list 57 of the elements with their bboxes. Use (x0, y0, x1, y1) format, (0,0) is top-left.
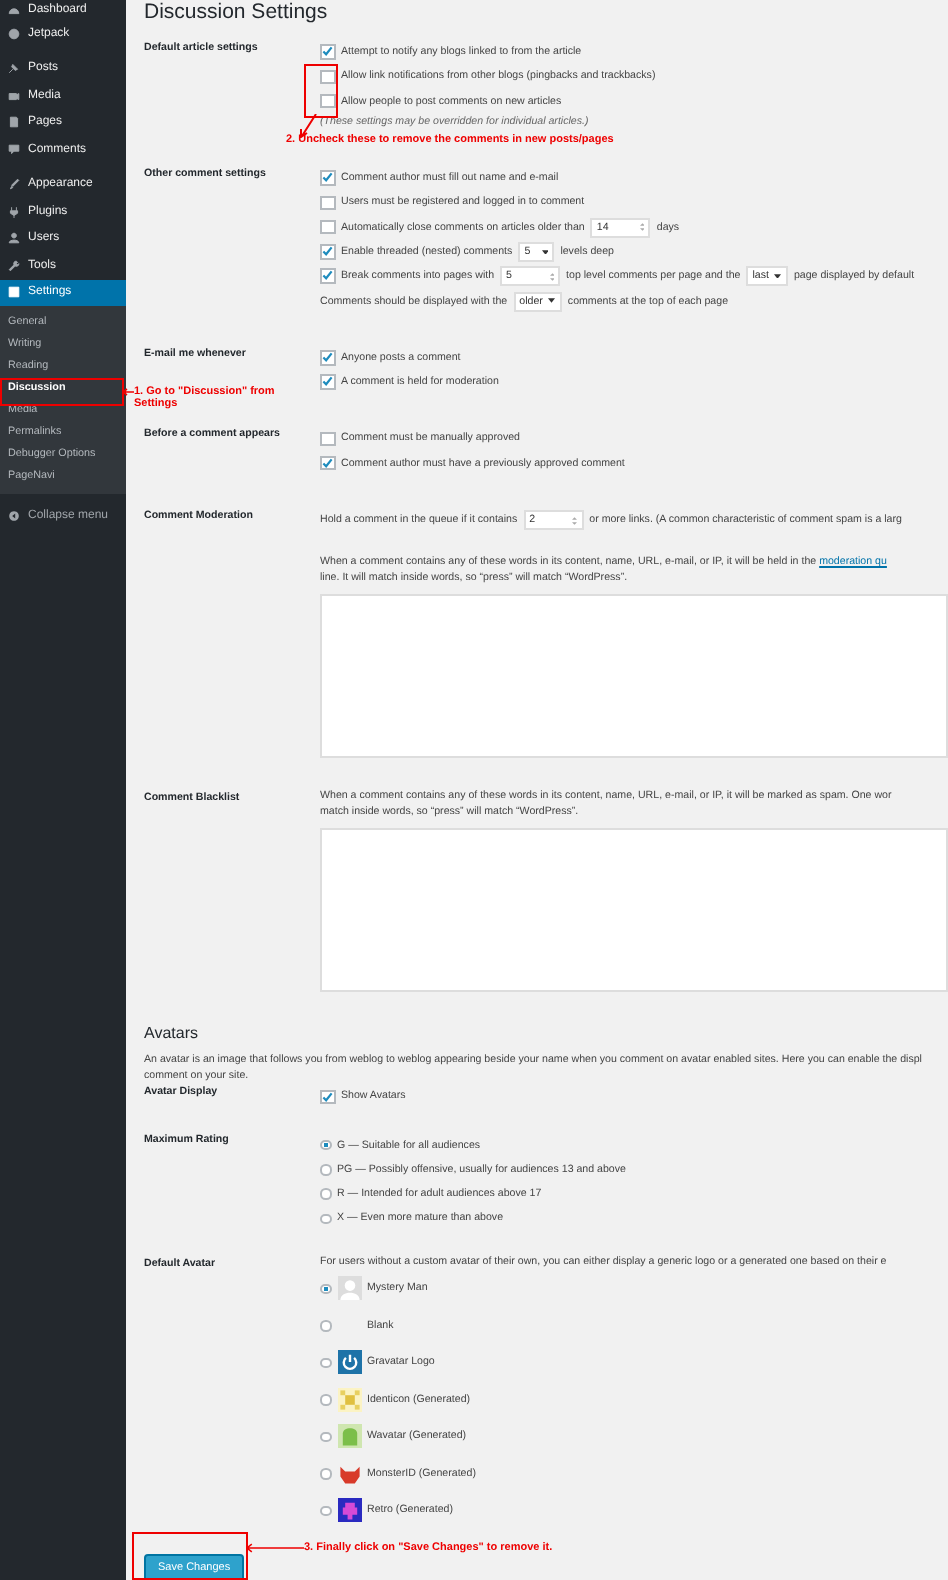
spinner-icon (549, 271, 555, 282)
checkbox[interactable] (320, 195, 335, 211)
highlight-frame (132, 1532, 248, 1580)
text-area[interactable] (320, 594, 948, 759)
pixel-icon (337, 1498, 361, 1523)
gauge-icon (8, 4, 20, 16)
checkbox[interactable] (320, 44, 335, 60)
caret-icon (548, 298, 556, 304)
checkbox[interactable] (320, 170, 335, 186)
text-area[interactable] (320, 828, 948, 993)
radio-button[interactable] (320, 1320, 331, 1332)
spinner-icon (639, 222, 645, 233)
page-title: Discussion Settings (144, 0, 330, 24)
checkbox[interactable] (320, 374, 335, 390)
checkbox[interactable] (320, 268, 335, 284)
sliders-icon (8, 286, 20, 299)
caret-icon (541, 249, 549, 255)
checkbox[interactable] (320, 69, 335, 85)
arrow (246, 1542, 304, 1554)
person-silhouette-icon (337, 1276, 361, 1301)
spinner-icon (572, 515, 578, 525)
pin-icon (8, 62, 20, 75)
radio-button[interactable] (320, 1468, 331, 1480)
wrench-icon (8, 259, 20, 272)
radio-button[interactable] (320, 1213, 331, 1225)
user-icon (8, 232, 20, 245)
arrow (298, 114, 318, 138)
page-icon (8, 116, 20, 129)
highlight-frame (0, 378, 124, 406)
checkbox[interactable] (320, 350, 335, 366)
checkbox[interactable] (320, 93, 335, 109)
monster-icon (337, 1461, 361, 1486)
blob-icon (337, 1424, 361, 1449)
brush-icon (8, 178, 20, 191)
radio-button[interactable] (320, 1357, 331, 1369)
checkbox[interactable] (320, 431, 335, 447)
speech-bubble-icon (8, 143, 20, 156)
radio-button[interactable] (320, 1139, 331, 1151)
checkbox[interactable] (320, 219, 335, 235)
power-icon (337, 1350, 361, 1375)
plug-icon (8, 205, 20, 218)
caret-icon (774, 273, 782, 279)
camera-icon (8, 89, 20, 102)
arrow (122, 386, 134, 398)
radio-button[interactable] (320, 1431, 331, 1443)
radio-button[interactable] (320, 1164, 331, 1176)
checkbox[interactable] (320, 244, 335, 260)
radio-button[interactable] (320, 1505, 331, 1517)
collapse-icon (8, 509, 20, 522)
radio-button[interactable] (320, 1283, 331, 1295)
section-heading: Avatars (144, 1024, 200, 1043)
highlight-frame (304, 64, 338, 118)
radio-button[interactable] (320, 1188, 331, 1200)
checkbox[interactable] (320, 1089, 335, 1105)
radio-button[interactable] (320, 1394, 331, 1406)
checkbox[interactable] (320, 455, 335, 471)
pattern-icon (337, 1387, 361, 1412)
